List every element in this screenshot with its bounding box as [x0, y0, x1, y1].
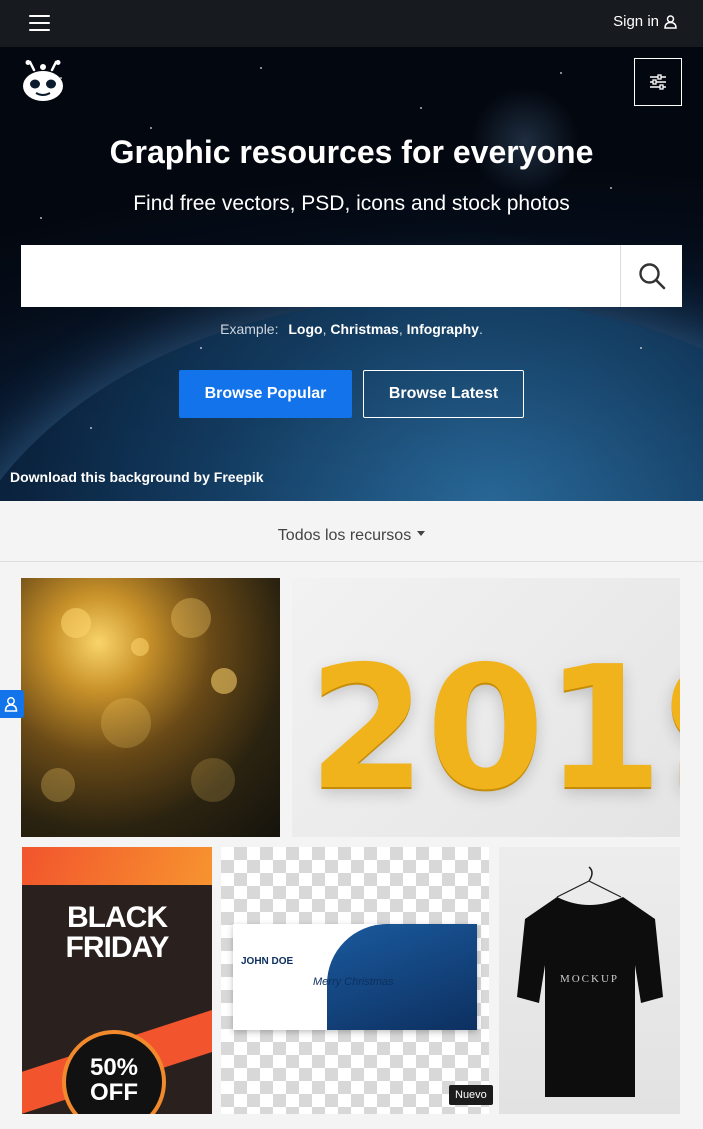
hero-title: Graphic resources for everyone — [109, 134, 594, 170]
resource-card-black-friday[interactable]: BLACK FRIDAY 50% OFF — [22, 847, 212, 1114]
card-greeting: Merry Christmas — [313, 976, 394, 988]
sign-in-link[interactable]: Sign in — [613, 13, 677, 30]
resource-card-tshirt-mockup[interactable]: MOCKUP — [499, 847, 680, 1114]
star — [640, 347, 642, 349]
card-name: JOHN DOE — [241, 956, 294, 967]
resources-dropdown-label: Todos los recursos — [277, 527, 412, 544]
search-icon — [638, 263, 665, 290]
star — [150, 127, 152, 129]
business-card-preview: JOHN DOE Merry Christmas — [233, 924, 477, 1030]
sign-in-label: Sign in — [613, 13, 659, 30]
resource-card-2019-balloons[interactable]: 2019 — [292, 578, 680, 837]
new-badge: Nuevo — [449, 1085, 493, 1105]
search-box — [21, 245, 682, 307]
separator: , — [398, 321, 407, 337]
freepik-logo-icon[interactable] — [20, 60, 66, 102]
star — [40, 217, 42, 219]
resource-filter-bar: Todos los recursos — [0, 501, 703, 562]
resource-card-bokeh[interactable] — [21, 578, 280, 837]
caret-down-icon — [417, 531, 426, 537]
flyer-discount-value: 50% — [89, 1054, 139, 1081]
bokeh-dot — [191, 758, 235, 802]
star — [610, 187, 612, 189]
period: . — [478, 321, 483, 337]
star — [420, 107, 422, 109]
resources-dropdown[interactable]: Todos los recursos — [0, 527, 703, 545]
mockup-text: MOCKUP — [559, 973, 620, 985]
user-help-icon — [4, 697, 18, 712]
flyer-header-strip — [22, 847, 212, 885]
search-input[interactable] — [21, 245, 620, 307]
star — [200, 347, 202, 349]
hero-section: Graphic resources for everyone Find free… — [0, 47, 703, 501]
balloon-text: 2019 — [308, 630, 680, 828]
bokeh-dot — [211, 668, 237, 694]
bokeh-dot — [101, 698, 151, 748]
sliders-icon — [650, 74, 666, 90]
browse-latest-button[interactable]: Browse Latest — [363, 370, 524, 418]
flyer-title-line2: FRIDAY — [65, 931, 170, 964]
side-feedback-tab[interactable] — [0, 690, 24, 718]
example-link-christmas[interactable]: Christmas — [330, 321, 398, 337]
star — [90, 427, 92, 429]
example-link-infography[interactable]: Infography — [407, 321, 479, 337]
bokeh-dot — [41, 768, 75, 802]
flyer-title-line1: BLACK — [67, 901, 168, 934]
hero-subtitle: Find free vectors, PSD, icons and stock … — [133, 192, 570, 215]
star — [560, 72, 562, 74]
search-examples: Example: Logo, Christmas, Infography. — [0, 321, 703, 337]
example-link-logo[interactable]: Logo — [288, 321, 322, 337]
bokeh-dot — [171, 598, 211, 638]
star — [260, 67, 262, 69]
bokeh-dot — [131, 638, 149, 656]
flyer-discount-label: OFF — [90, 1079, 138, 1106]
top-navbar: Sign in — [0, 0, 703, 47]
search-button[interactable] — [620, 245, 682, 307]
filter-toggle-button[interactable] — [634, 58, 682, 106]
background-credit-link[interactable]: Download this background by Freepik — [10, 469, 264, 485]
hamburger-icon[interactable] — [29, 15, 50, 32]
browse-popular-button[interactable]: Browse Popular — [179, 370, 352, 418]
user-icon — [664, 14, 677, 29]
bokeh-dot — [61, 608, 91, 638]
resource-card-business-card[interactable]: JOHN DOE Merry Christmas — [221, 847, 489, 1114]
examples-label: Example: — [220, 321, 279, 337]
